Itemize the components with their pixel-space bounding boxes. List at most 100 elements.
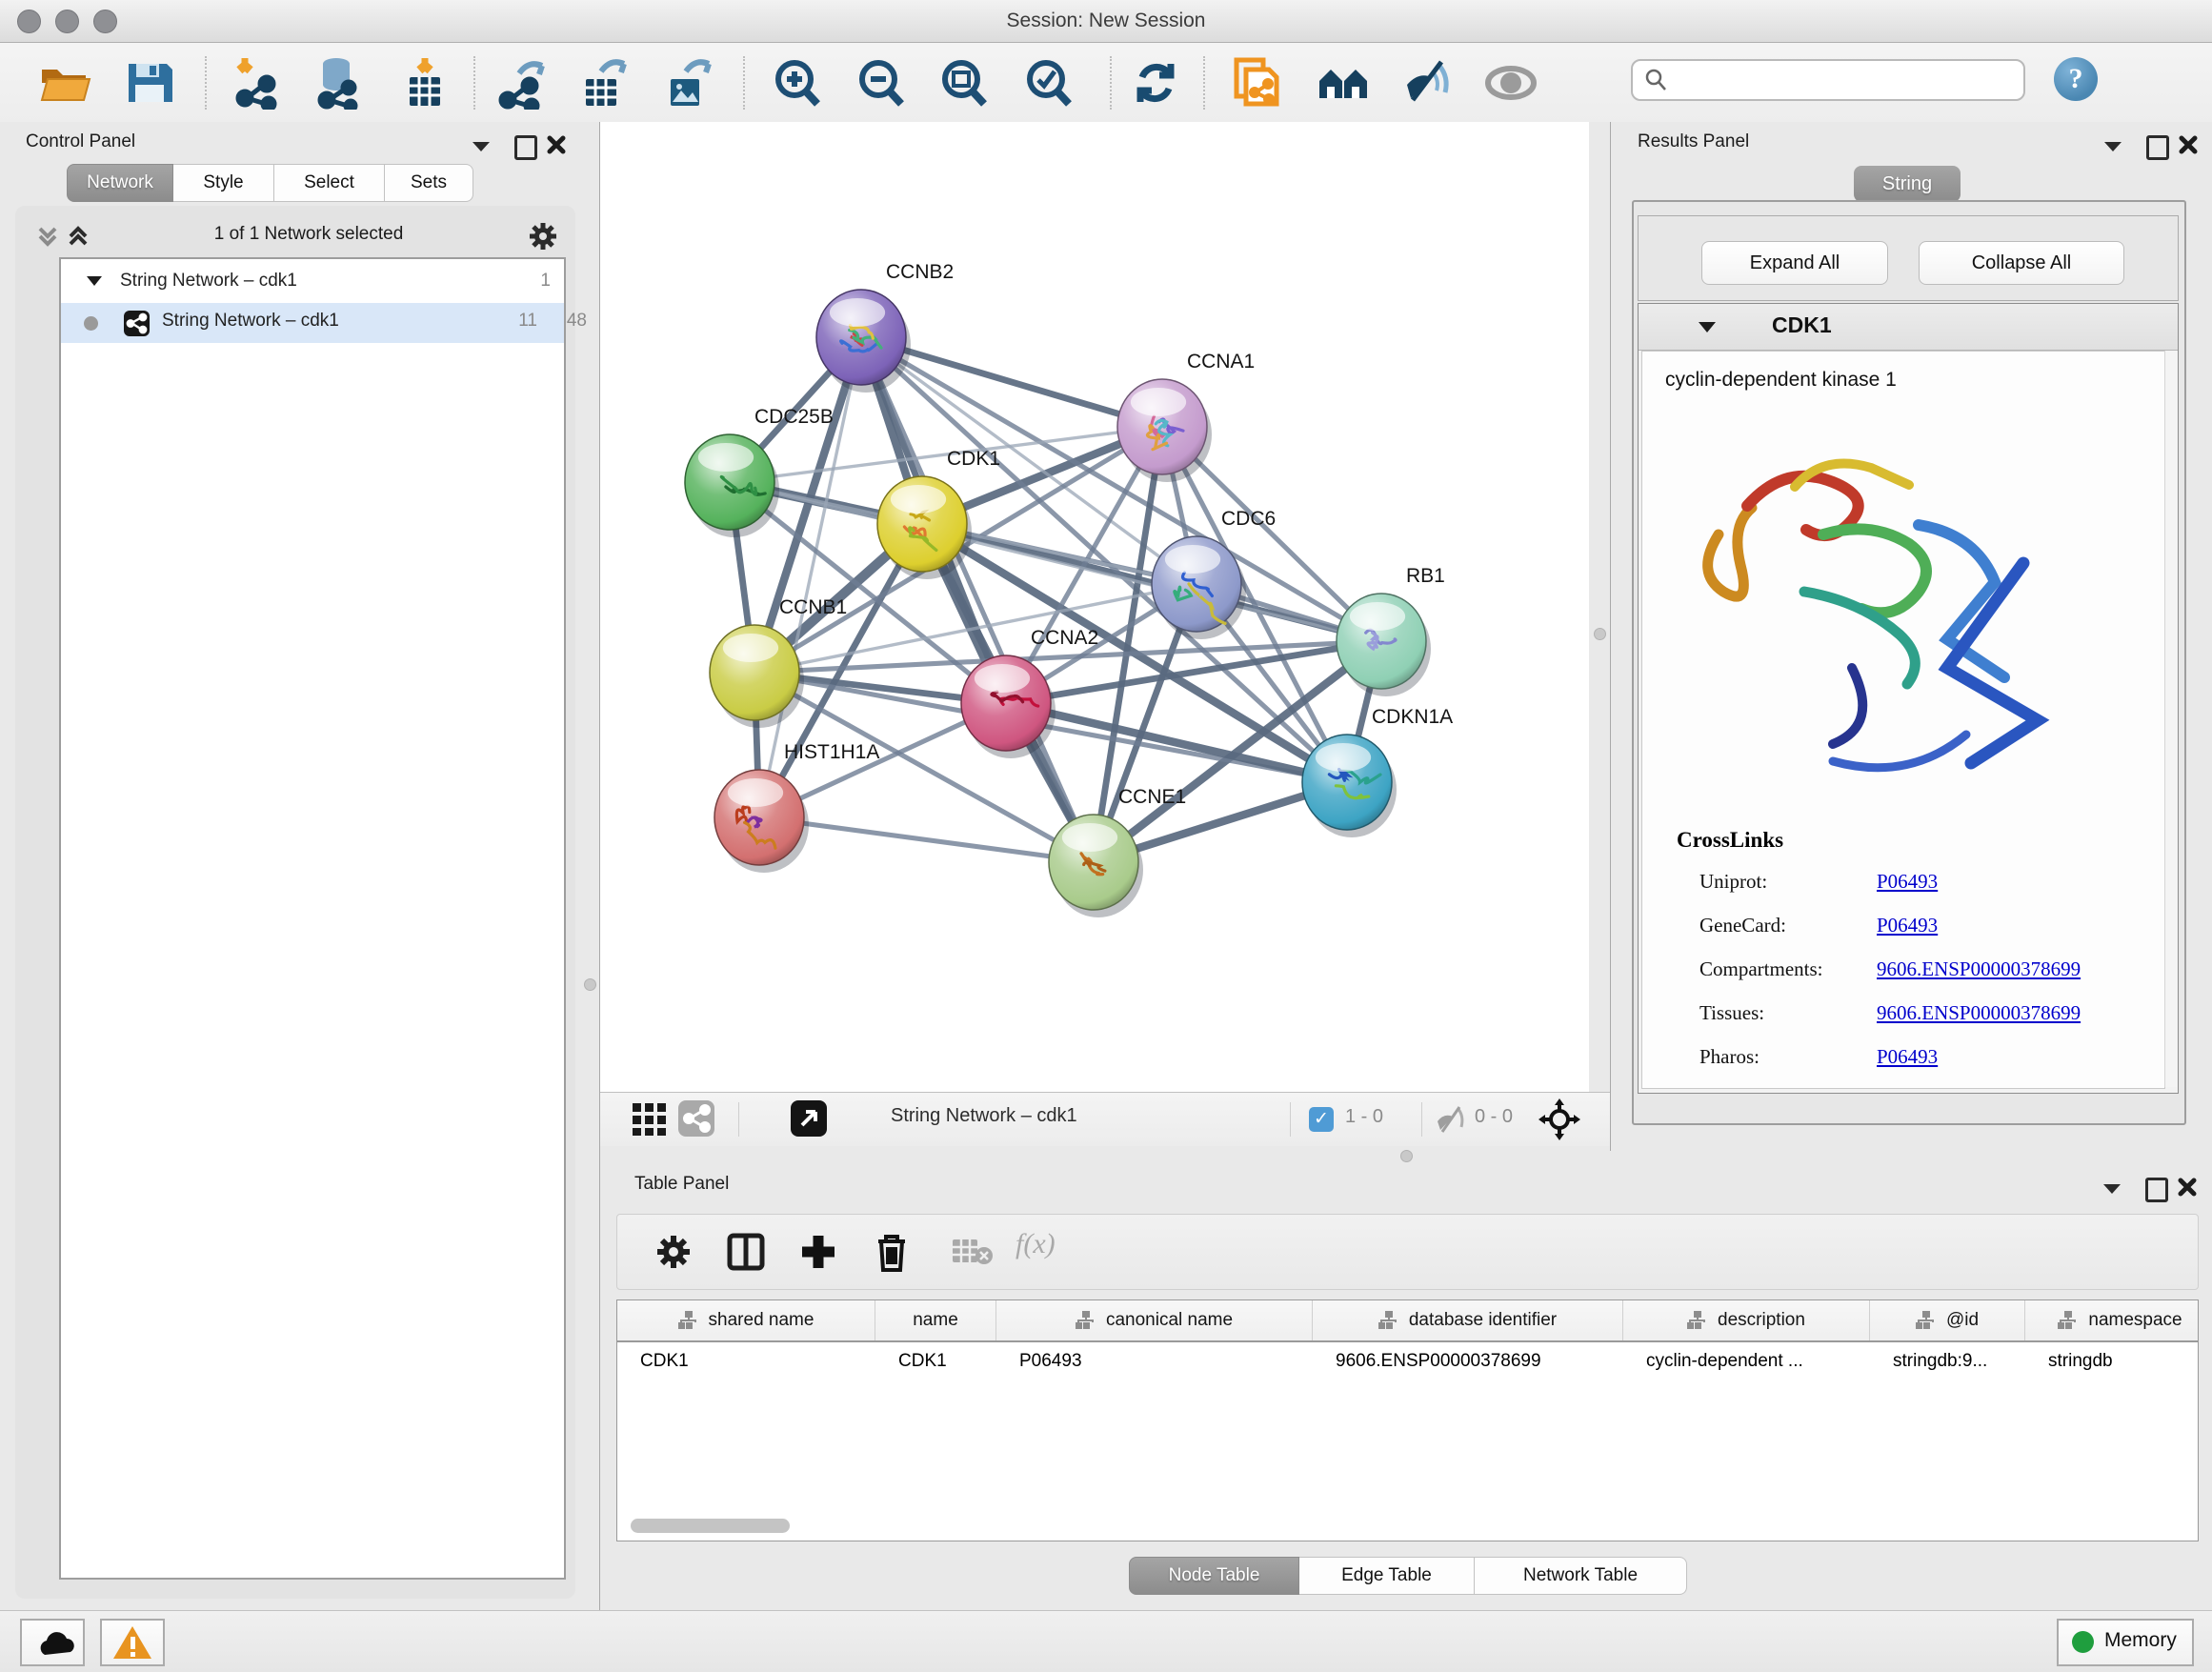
expand-all-button[interactable]: Expand All bbox=[1701, 241, 1888, 285]
table-cell[interactable]: CDK1 bbox=[875, 1340, 996, 1382]
selected-nodes-checkbox-icon[interactable]: ✓ bbox=[1309, 1107, 1334, 1132]
node-CCNB1[interactable]: CCNB1 bbox=[710, 596, 847, 728]
export-table-file-icon[interactable] bbox=[578, 56, 632, 110]
right-splitter-handle[interactable] bbox=[1594, 628, 1606, 640]
column-header-name[interactable]: name bbox=[875, 1300, 996, 1340]
refresh-view-icon[interactable] bbox=[1129, 56, 1182, 110]
birdseye-grid-icon[interactable] bbox=[633, 1103, 667, 1136]
network-options-gear-icon[interactable] bbox=[528, 221, 558, 252]
import-network-file-icon[interactable] bbox=[231, 56, 285, 110]
collection-expand-arrow-icon[interactable] bbox=[86, 274, 103, 288]
search-field[interactable] bbox=[1631, 59, 2025, 101]
node-CDKN1A[interactable]: CDKN1A bbox=[1302, 706, 1453, 837]
crosslink-value-link[interactable]: P06493 bbox=[1877, 914, 1938, 937]
zoom-out-icon[interactable] bbox=[855, 56, 909, 110]
import-table-file-icon[interactable] bbox=[398, 56, 452, 110]
node-HIST1H1A[interactable]: HIST1H1A bbox=[714, 741, 879, 873]
gene-collapse-arrow-icon[interactable] bbox=[1698, 320, 1717, 334]
column-header-shared-name[interactable]: shared name bbox=[617, 1300, 875, 1340]
table-cell[interactable]: CDK1 bbox=[617, 1340, 875, 1382]
node-CCNB2[interactable]: CCNB2 bbox=[816, 261, 954, 393]
column-header-namespace[interactable]: namespace bbox=[2025, 1300, 2199, 1340]
control-panel-close-icon[interactable] bbox=[547, 135, 566, 154]
tab-string[interactable]: String bbox=[1854, 166, 1961, 202]
crosslink-value-link[interactable]: 9606.ENSP00000378699 bbox=[1877, 957, 2081, 981]
zoom-in-icon[interactable] bbox=[772, 56, 825, 110]
hide-selected-eye-slash-icon[interactable] bbox=[1401, 56, 1455, 110]
edge-CCNB2-CCNE1[interactable] bbox=[861, 337, 1094, 862]
memory-button[interactable]: Memory bbox=[2057, 1619, 2194, 1666]
table-cell[interactable]: stringdb:9... bbox=[1870, 1340, 2025, 1382]
search-input[interactable] bbox=[1675, 63, 2012, 95]
table-cell[interactable]: stringdb bbox=[2025, 1340, 2199, 1382]
pan-crosshair-icon[interactable] bbox=[1538, 1098, 1580, 1140]
node-RB1[interactable]: RB1 bbox=[1337, 565, 1445, 696]
column-header-description[interactable]: description bbox=[1623, 1300, 1870, 1340]
crosslink-value-link[interactable]: P06493 bbox=[1877, 870, 1938, 894]
results-panel-float-icon[interactable] bbox=[2102, 139, 2123, 154]
first-neighbors-houses-icon[interactable] bbox=[1317, 56, 1371, 110]
tab-sets[interactable]: Sets bbox=[385, 164, 473, 202]
tab-edge-table[interactable]: Edge Table bbox=[1299, 1557, 1475, 1595]
create-column-plus-icon[interactable] bbox=[798, 1232, 838, 1272]
table-panel-float-icon[interactable] bbox=[2101, 1181, 2122, 1197]
collapse-all-chevron-icon[interactable] bbox=[36, 225, 59, 250]
network-view-canvas[interactable]: CCNB2CCNA1CDC25BCDK1CDC6RB1CCNB1CCNA2CDK… bbox=[600, 122, 1589, 1092]
export-image-icon[interactable] bbox=[663, 56, 716, 110]
crosslink-value-link[interactable]: 9606.ENSP00000378699 bbox=[1877, 1001, 2081, 1025]
table-cell[interactable]: cyclin-dependent ... bbox=[1623, 1340, 1870, 1382]
column-header-database-identifier[interactable]: database identifier bbox=[1313, 1300, 1623, 1340]
share-view-icon[interactable] bbox=[678, 1100, 714, 1137]
tab-style[interactable]: Style bbox=[173, 164, 274, 202]
attribute-tree-icon bbox=[678, 1311, 699, 1330]
results-panel-close-icon[interactable] bbox=[2179, 135, 2198, 154]
show-columns-icon[interactable] bbox=[726, 1232, 766, 1272]
network-node-count: 11 bbox=[509, 311, 537, 332]
show-details-eye-icon[interactable] bbox=[1484, 56, 1538, 110]
open-file-icon[interactable] bbox=[38, 56, 91, 110]
import-network-database-icon[interactable] bbox=[312, 56, 365, 110]
network-row-selected[interactable]: String Network – cdk1 11 48 bbox=[61, 303, 564, 343]
column-header-canonical-name[interactable]: canonical name bbox=[996, 1300, 1313, 1340]
results-panel-maximize-icon[interactable] bbox=[2146, 135, 2169, 160]
table-panel-close-icon[interactable] bbox=[2178, 1178, 2197, 1197]
table-options-gear-icon[interactable] bbox=[655, 1234, 692, 1270]
collapse-all-button[interactable]: Collapse All bbox=[1919, 241, 2124, 285]
control-panel-float-icon[interactable] bbox=[471, 139, 492, 154]
tab-node-table[interactable]: Node Table bbox=[1129, 1557, 1299, 1595]
network-graph[interactable]: CCNB2CCNA1CDC25BCDK1CDC6RB1CCNB1CCNA2CDK… bbox=[600, 122, 1589, 1092]
help-icon[interactable]: ? bbox=[2054, 57, 2098, 101]
cloud-icon bbox=[22, 1621, 83, 1664]
table-panel-maximize-icon[interactable] bbox=[2145, 1178, 2168, 1202]
tab-network[interactable]: Network bbox=[67, 164, 173, 202]
left-splitter-handle[interactable] bbox=[584, 978, 596, 991]
expand-all-chevron-icon[interactable] bbox=[67, 225, 90, 250]
column-header--id[interactable]: @id bbox=[1870, 1300, 2025, 1340]
save-session-icon[interactable] bbox=[123, 56, 176, 110]
warnings-button[interactable] bbox=[100, 1619, 165, 1666]
tab-network-table[interactable]: Network Table bbox=[1475, 1557, 1687, 1595]
table-cell[interactable]: 9606.ENSP00000378699 bbox=[1313, 1340, 1623, 1382]
table-row[interactable]: CDK1CDK1P064939606.ENSP00000378699cyclin… bbox=[617, 1340, 2199, 1382]
zoom-fit-icon[interactable] bbox=[938, 56, 992, 110]
table-hscrollbar-thumb[interactable] bbox=[631, 1519, 790, 1533]
open-in-window-icon[interactable] bbox=[791, 1100, 827, 1137]
bottom-splitter-handle[interactable] bbox=[1400, 1150, 1413, 1162]
node-CCNA1[interactable]: CCNA1 bbox=[1117, 351, 1255, 482]
crosslink-value-link[interactable]: P06493 bbox=[1877, 1045, 1938, 1069]
clone-network-icon[interactable] bbox=[1231, 56, 1284, 110]
cloud-button[interactable] bbox=[20, 1619, 85, 1666]
table-cell[interactable]: P06493 bbox=[996, 1340, 1313, 1382]
node-table[interactable]: shared namenamecanonical namedatabase id… bbox=[616, 1299, 2199, 1541]
delete-column-trash-icon[interactable] bbox=[873, 1230, 911, 1274]
network-collection-row[interactable]: String Network – cdk1 1 bbox=[61, 263, 564, 303]
vertical-splitter[interactable] bbox=[1589, 122, 1610, 1092]
results-scrollbar[interactable] bbox=[2164, 351, 2177, 1087]
edge-HIST1H1A-CCNE1[interactable] bbox=[759, 817, 1094, 862]
tab-select[interactable]: Select bbox=[274, 164, 385, 202]
attribute-tree-icon bbox=[1076, 1311, 1096, 1330]
export-network-file-icon[interactable] bbox=[496, 56, 550, 110]
gene-section-header[interactable]: CDK1 bbox=[1639, 304, 2178, 351]
zoom-selected-icon[interactable] bbox=[1023, 56, 1076, 110]
control-panel-maximize-icon[interactable] bbox=[514, 135, 537, 160]
